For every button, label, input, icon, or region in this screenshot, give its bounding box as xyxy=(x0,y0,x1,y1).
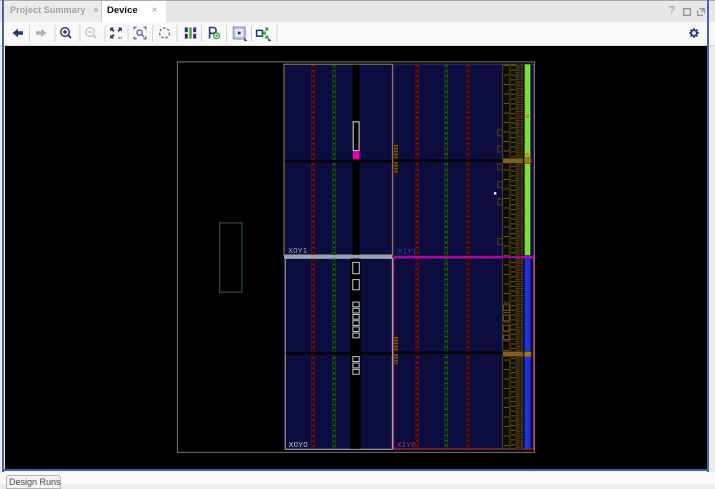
svg-text:X0Y0: X0Y0 xyxy=(289,440,308,449)
svg-text:X1Y0: X1Y0 xyxy=(397,440,416,449)
svg-text:X0Y1: X0Y1 xyxy=(288,246,307,255)
svg-text:X1Y1: X1Y1 xyxy=(398,247,417,256)
